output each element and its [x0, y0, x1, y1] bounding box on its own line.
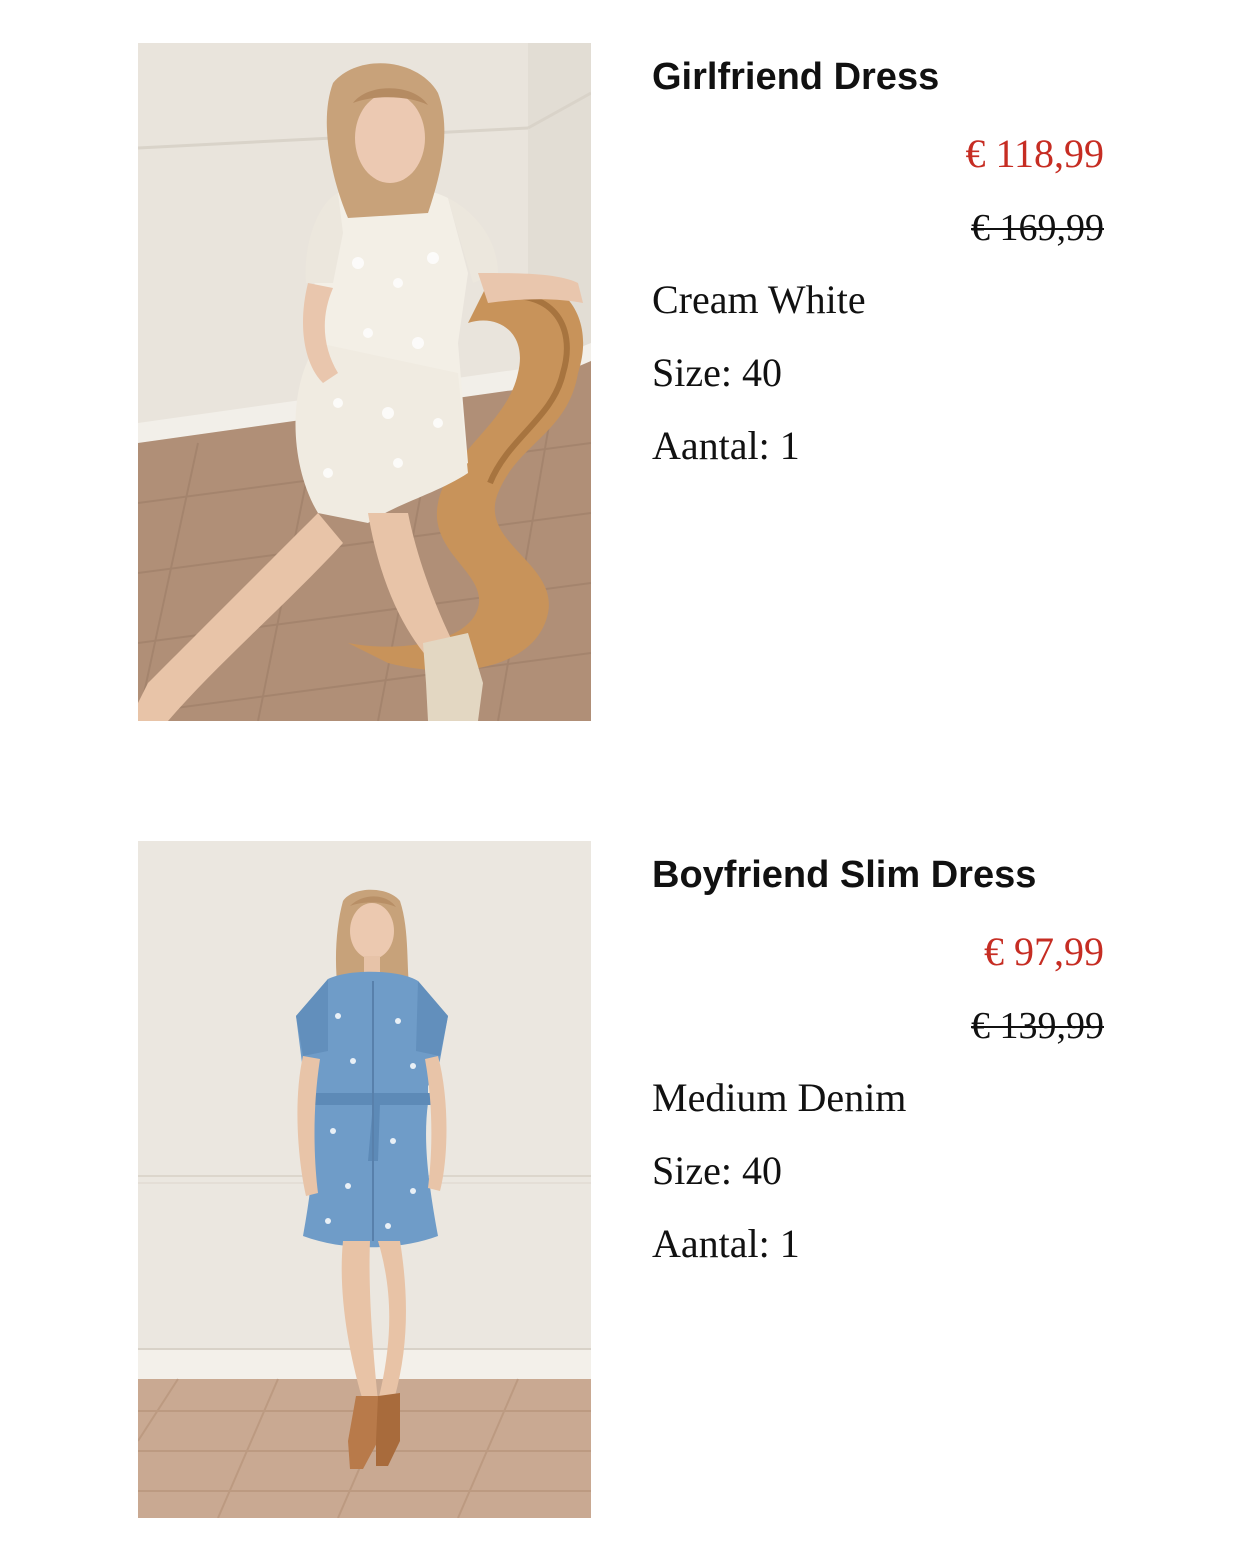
product-size: Size: 40 — [652, 1148, 782, 1193]
product-image — [138, 43, 591, 721]
product-color: Medium Denim — [652, 1075, 907, 1120]
product-name[interactable]: Girlfriend Dress — [652, 56, 939, 99]
sale-price: € 97,99 — [984, 929, 1104, 974]
product-photo[interactable] — [138, 43, 591, 721]
product-quantity: Aantal: 1 — [652, 1221, 800, 1266]
sale-price: € 118,99 — [965, 131, 1104, 176]
original-price: € 169,99 — [971, 207, 1104, 249]
original-price: € 139,99 — [971, 1005, 1104, 1047]
product-size: Size: 40 — [652, 350, 782, 395]
product-color: Cream White — [652, 277, 866, 322]
product-quantity: Aantal: 1 — [652, 423, 800, 468]
product-name[interactable]: Boyfriend Slim Dress — [652, 854, 1036, 897]
product-image — [138, 841, 591, 1518]
cart-item: Girlfriend Dress € 118,99 € 169,99 Cream… — [0, 0, 1242, 780]
product-photo[interactable] — [138, 841, 591, 1518]
cart-item: Boyfriend Slim Dress € 97,99 € 139,99 Me… — [0, 798, 1242, 1552]
